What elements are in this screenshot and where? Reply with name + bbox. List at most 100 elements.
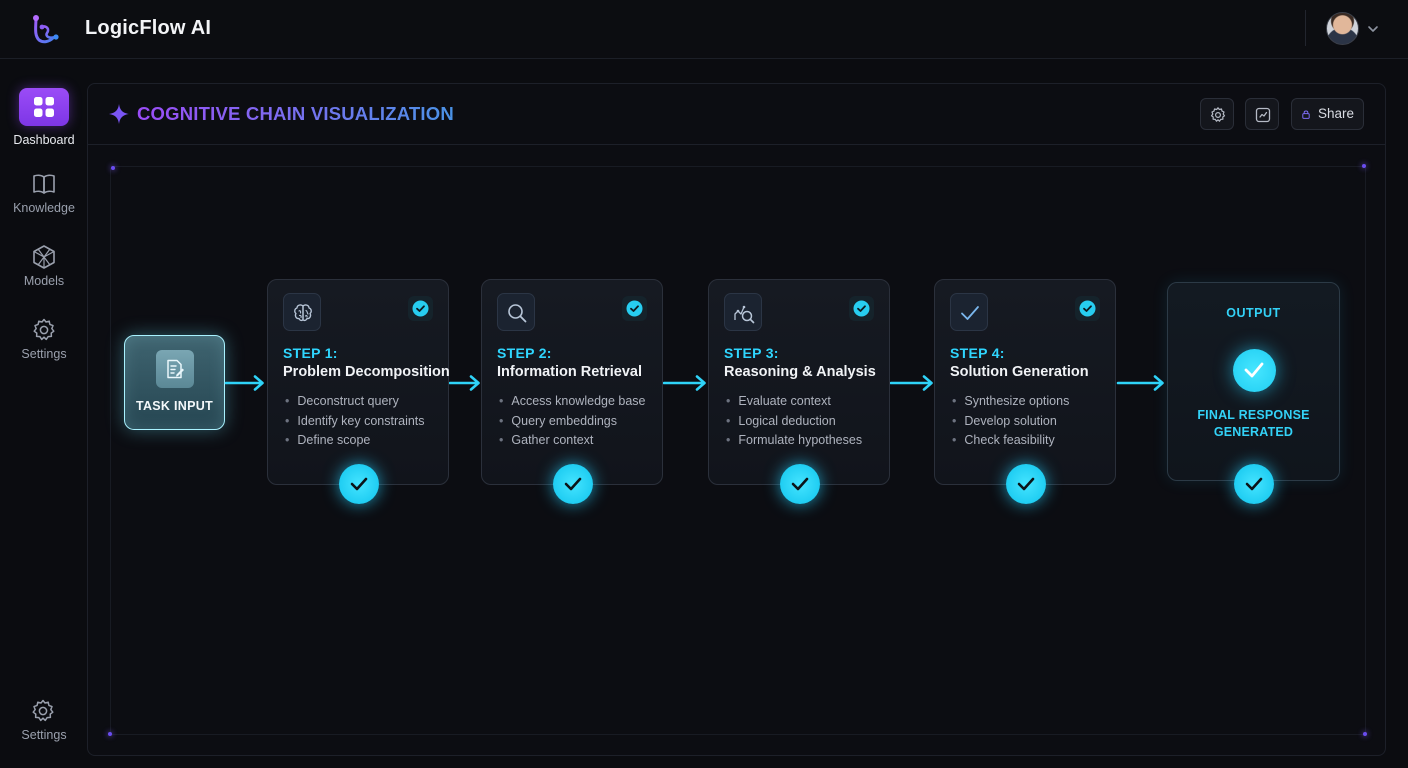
panel-header: COGNITIVE CHAIN VISUALIZATION Share <box>88 84 1385 145</box>
sidebar-item-label: Models <box>23 274 65 288</box>
canvas-corner-dot <box>108 732 112 736</box>
list-item: Synthesize options <box>952 394 1069 414</box>
list-item: Evaluate context <box>726 394 862 414</box>
output-status-line: FINAL RESPONSE <box>1197 408 1310 422</box>
flow-arrow <box>1116 375 1164 391</box>
list-item: Define scope <box>285 433 425 453</box>
chevron-down-icon[interactable] <box>1366 22 1380 36</box>
check-icon <box>1017 477 1035 491</box>
lock-icon <box>1302 110 1310 119</box>
step-complete-badge <box>849 296 874 321</box>
list-item: Logical deduction <box>726 414 862 434</box>
gear-icon <box>1210 107 1226 122</box>
step-number: STEP 3: <box>724 345 779 361</box>
nav-icon-container <box>19 88 69 126</box>
task-input-node[interactable]: TASK INPUT <box>124 335 225 430</box>
sidebar-item-models[interactable]: Models <box>0 244 88 306</box>
list-item: Identify key constraints <box>285 414 424 434</box>
top-bar: LogicFlow AI <box>0 0 1408 59</box>
sidebar: Dashboard Knowledge Models Settings Sett… <box>0 60 88 768</box>
sidebar-item-label: Knowledge <box>13 201 75 215</box>
check-badge-icon <box>1079 300 1096 317</box>
task-input-label: TASK INPUT <box>135 399 214 413</box>
sidebar-item-settings[interactable]: Settings <box>0 317 88 379</box>
list-item: Develop solution <box>952 414 1069 434</box>
output-label: OUTPUT <box>1226 306 1281 320</box>
flow-arrow <box>662 375 706 391</box>
step-done-indicator <box>1006 464 1046 504</box>
canvas-corner-dot <box>1362 164 1366 168</box>
check-badge-icon <box>626 300 643 317</box>
book-icon <box>33 174 55 194</box>
flow-arrow <box>448 375 480 391</box>
step-card-1[interactable]: STEP 1: Problem Decomposition Deconstruc… <box>267 279 450 504</box>
step-icon-container <box>497 293 535 331</box>
dashboard-grid-icon <box>34 97 54 117</box>
output-status-line: GENERATED <box>1213 425 1294 439</box>
app-title: LogicFlow AI <box>85 17 212 39</box>
step-complete-badge <box>622 296 647 321</box>
list-item: Query embeddings <box>499 414 646 434</box>
export-chart-button[interactable] <box>1245 98 1279 130</box>
step-title: Reasoning & Analysis <box>724 364 876 380</box>
check-icon <box>791 477 809 491</box>
step-number: STEP 4: <box>950 345 1005 361</box>
check-icon <box>961 306 979 320</box>
sparkle-icon <box>109 104 129 124</box>
share-label: Share <box>1318 106 1355 121</box>
sidebar-item-label: Settings <box>21 347 67 361</box>
canvas-corner-dot <box>1363 732 1367 736</box>
sidebar-item-settings-bottom[interactable]: Settings <box>0 698 88 760</box>
step-card-2[interactable]: STEP 2: Information Retrieval Access kno… <box>481 279 663 504</box>
document-edit-icon <box>167 359 184 379</box>
logicflow-logo-icon[interactable] <box>28 13 62 47</box>
check-icon <box>1244 362 1264 378</box>
step-complete-badge <box>408 296 433 321</box>
check-icon <box>564 477 582 491</box>
list-item: Check feasibility <box>952 433 1069 453</box>
nav-icon-container <box>31 317 57 343</box>
step-icon-container <box>724 293 762 331</box>
flow-arrow <box>224 375 264 391</box>
gear-icon <box>33 318 55 341</box>
list-item: Gather context <box>499 433 646 453</box>
sidebar-item-knowledge[interactable]: Knowledge <box>0 171 88 233</box>
settings-button[interactable] <box>1200 98 1234 130</box>
analysis-icon <box>734 305 755 324</box>
user-avatar[interactable] <box>1326 12 1359 45</box>
step-complete-badge <box>1075 296 1100 321</box>
check-badge-icon <box>412 300 429 317</box>
flow-arrow <box>889 375 933 391</box>
gear-icon <box>32 699 54 722</box>
output-node[interactable]: OUTPUT FINAL RESPONSE GENERATED <box>1167 282 1340 504</box>
check-icon <box>1245 477 1263 491</box>
step-done-indicator <box>553 464 593 504</box>
brain-icon <box>294 304 312 322</box>
chart-icon <box>1255 107 1271 123</box>
sidebar-item-dashboard[interactable]: Dashboard <box>0 88 88 152</box>
list-item: Formulate hypotheses <box>726 433 862 453</box>
output-status-text: FINAL RESPONSE GENERATED <box>1168 407 1339 441</box>
check-icon <box>350 477 368 491</box>
step-done-indicator <box>1234 464 1274 504</box>
step-card-3[interactable]: STEP 3: Reasoning & Analysis Evaluate co… <box>708 279 890 504</box>
canvas-guide-left <box>110 168 111 733</box>
share-button[interactable]: Share <box>1291 98 1364 130</box>
step-task-list: Synthesize options Develop solution Chec… <box>952 394 1069 453</box>
step-done-indicator <box>339 464 379 504</box>
step-done-indicator <box>780 464 820 504</box>
step-task-list: Access knowledge base Query embeddings G… <box>499 394 646 453</box>
canvas-guide-right <box>1365 168 1366 733</box>
nav-icon-container <box>31 171 57 197</box>
step-card-4[interactable]: STEP 4: Solution Generation Synthesize o… <box>934 279 1116 504</box>
canvas-corner-dot <box>111 166 115 170</box>
list-item: Access knowledge base <box>499 394 645 414</box>
list-item: Deconstruct query <box>285 394 425 414</box>
step-number: STEP 2: <box>497 345 552 361</box>
sidebar-item-label: Settings <box>21 728 67 742</box>
nav-icon-container <box>30 698 56 724</box>
panel-title: COGNITIVE CHAIN VISUALIZATION <box>137 103 454 124</box>
step-title: Information Retrieval <box>497 364 643 380</box>
cube-network-icon <box>33 245 55 269</box>
output-complete-indicator <box>1233 349 1276 392</box>
